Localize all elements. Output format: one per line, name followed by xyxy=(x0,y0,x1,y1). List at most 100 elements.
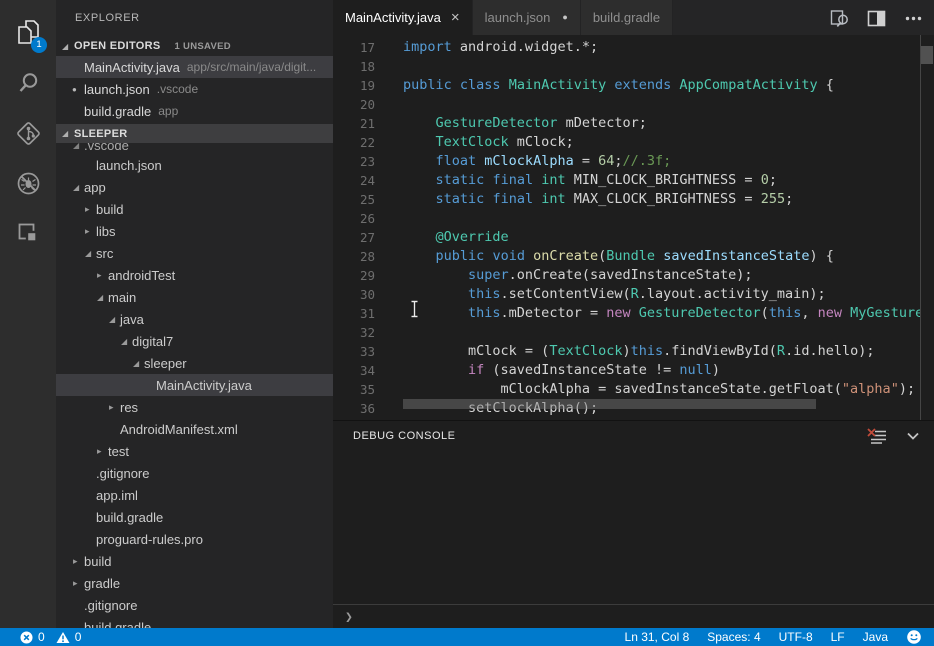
chevron-expanded-icon: ◢ xyxy=(62,129,74,138)
chevron-collapsed-icon: ▸ xyxy=(97,446,108,457)
close-tab-icon[interactable]: × xyxy=(451,10,460,25)
tab-MainActivity.java[interactable]: MainActivity.java× xyxy=(333,0,473,35)
line-content: this.mDetector = new GestureDetector(thi… xyxy=(375,304,920,323)
tree-item-test[interactable]: ▸test xyxy=(56,440,333,462)
status-indentation[interactable]: Spaces: 4 xyxy=(707,630,760,644)
status-encoding[interactable]: UTF-8 xyxy=(779,630,813,644)
tree-item-label: AndroidManifest.xml xyxy=(120,422,238,437)
line-content: mClock = (TextClock)this.findViewById(R.… xyxy=(375,342,920,361)
problems-indicator[interactable]: 0 0 xyxy=(20,630,81,644)
line-number: 22 xyxy=(333,133,375,152)
code-line-24: 24 static final int MIN_CLOCK_BRIGHTNESS… xyxy=(333,171,920,190)
feedback-smiley-icon[interactable] xyxy=(906,629,922,645)
tree-item-label: build.gradle xyxy=(96,510,163,525)
open-editor-MainActivity.java[interactable]: MainActivity.javaapp/src/main/java/digit… xyxy=(56,56,333,78)
tree-item-src[interactable]: ◢src xyxy=(56,242,333,264)
clear-console-icon[interactable] xyxy=(866,427,888,450)
tab-label: launch.json xyxy=(485,0,551,35)
horizontal-scrollbar[interactable] xyxy=(403,399,816,409)
tree-item-label: .vscode xyxy=(84,143,129,153)
tree-item-build[interactable]: ▸build xyxy=(56,198,333,220)
chevron-collapsed-icon: ▸ xyxy=(109,402,120,413)
folder-section-header[interactable]: ◢ SLEEPER xyxy=(56,124,333,143)
scrollbar-track-border xyxy=(920,35,921,420)
document-search-icon[interactable] xyxy=(829,8,850,29)
tree-item-label: gradle xyxy=(84,576,120,591)
code-line-35: 35 mClockAlpha = savedInstanceState.getF… xyxy=(333,380,920,399)
tree-item-libs[interactable]: ▸libs xyxy=(56,220,333,242)
open-editors-header[interactable]: ◢ OPEN EDITORS 1 UNSAVED xyxy=(56,36,333,56)
debug-console-input[interactable]: ❯ xyxy=(333,604,934,629)
code-line-32: 32 xyxy=(333,323,920,342)
tree-item-app[interactable]: ◢app xyxy=(56,176,333,198)
extensions-icon xyxy=(15,220,42,247)
code-editor[interactable]: 17import android.widget.*;1819public cla… xyxy=(333,35,934,420)
line-content: @Override xyxy=(375,228,920,247)
line-content: GestureDetector mDetector; xyxy=(375,114,920,133)
tree-item-label: test xyxy=(108,444,129,459)
tab-label: build.gradle xyxy=(593,0,660,35)
tree-item-gradle[interactable]: ▸gradle xyxy=(56,572,333,594)
tree-item-build[interactable]: ▸build xyxy=(56,550,333,572)
code-line-34: 34 if (savedInstanceState != null) xyxy=(333,361,920,380)
editor-actions xyxy=(829,8,924,29)
activity-bar-item-explorer[interactable]: 1 xyxy=(0,8,56,58)
tree-item-.vscode[interactable]: ◢.vscode xyxy=(56,143,333,154)
vertical-scrollbar[interactable] xyxy=(921,46,933,64)
tree-item-label: launch.json xyxy=(96,158,162,173)
code-line-19: 19public class MainActivity extends AppC… xyxy=(333,76,920,95)
tree-item-launch.json[interactable]: launch.json xyxy=(56,154,333,176)
activity-bar-item-extensions[interactable] xyxy=(0,208,56,258)
tree-item-app.iml[interactable]: app.iml xyxy=(56,484,333,506)
error-count: 0 xyxy=(38,630,45,644)
tree-item-label: build xyxy=(84,554,111,569)
tree-item-label: .gitignore xyxy=(84,598,137,613)
tree-item-AndroidManifest.xml[interactable]: AndroidManifest.xml xyxy=(56,418,333,440)
open-editors-list: MainActivity.javaapp/src/main/java/digit… xyxy=(56,56,333,122)
line-number: 32 xyxy=(333,323,375,342)
tree-item-java[interactable]: ◢java xyxy=(56,308,333,330)
status-language-mode[interactable]: Java xyxy=(863,630,888,644)
tree-item-androidTest[interactable]: ▸androidTest xyxy=(56,264,333,286)
chevron-down-icon[interactable] xyxy=(904,427,922,450)
line-number: 30 xyxy=(333,285,375,304)
status-cursor-position[interactable]: Ln 31, Col 8 xyxy=(625,630,690,644)
tree-item-MainActivity.java[interactable]: MainActivity.java xyxy=(56,374,333,396)
file-tree: ◢.vscodelaunch.json◢app▸build▸libs◢src▸a… xyxy=(56,143,333,628)
open-editor-build.gradle[interactable]: build.gradleapp xyxy=(56,100,333,122)
status-eol[interactable]: LF xyxy=(831,630,845,644)
chevron-collapsed-icon: ▸ xyxy=(97,270,108,281)
split-editor-icon[interactable] xyxy=(866,8,887,29)
tab-build.gradle[interactable]: build.gradle xyxy=(581,0,673,35)
open-editor-launch.json[interactable]: ●launch.json.vscode xyxy=(56,78,333,100)
debug-console-panel: DEBUG CONSOLE xyxy=(333,420,934,629)
chevron-expanded-icon: ◢ xyxy=(85,249,96,258)
tree-item-build.gradle[interactable]: build.gradle xyxy=(56,616,333,628)
open-editor-label: launch.json xyxy=(84,82,150,97)
tab-launch.json[interactable]: launch.json● xyxy=(473,0,581,35)
tab-bar: MainActivity.java×launch.json● build.grad… xyxy=(333,0,934,35)
tree-item-res[interactable]: ▸res xyxy=(56,396,333,418)
chevron-expanded-icon: ◢ xyxy=(97,293,108,302)
activity-bar: 1 xyxy=(0,0,56,636)
line-number: 23 xyxy=(333,152,375,171)
activity-bar-item-source-control[interactable] xyxy=(0,108,56,158)
activity-badge: 1 xyxy=(31,37,47,53)
tree-item-.gitignore[interactable]: .gitignore xyxy=(56,462,333,484)
tree-item-build.gradle[interactable]: build.gradle xyxy=(56,506,333,528)
tree-item-sleeper[interactable]: ◢sleeper xyxy=(56,352,333,374)
tree-item-digital7[interactable]: ◢digital7 xyxy=(56,330,333,352)
tree-item-proguard-rules.pro[interactable]: proguard-rules.pro xyxy=(56,528,333,550)
panel-actions xyxy=(866,427,922,450)
activity-bar-item-debug[interactable] xyxy=(0,158,56,208)
activity-bar-item-search[interactable] xyxy=(0,58,56,108)
git-icon xyxy=(15,120,42,147)
chevron-expanded-icon: ◢ xyxy=(109,315,120,324)
warning-icon xyxy=(56,631,70,644)
tree-item-.gitignore[interactable]: .gitignore xyxy=(56,594,333,616)
line-content: public void onCreate(Bundle savedInstanc… xyxy=(375,247,920,266)
chevron-collapsed-icon: ▸ xyxy=(73,578,84,589)
more-actions-icon[interactable] xyxy=(903,8,924,29)
tree-item-main[interactable]: ◢main xyxy=(56,286,333,308)
line-content: mClockAlpha = savedInstanceState.getFloa… xyxy=(375,380,920,399)
